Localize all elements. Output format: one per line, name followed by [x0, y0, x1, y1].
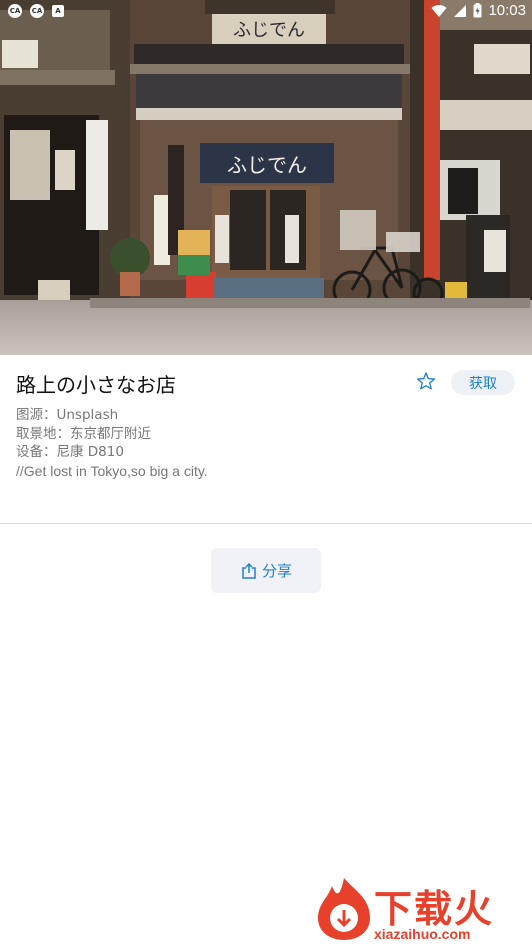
share-icon — [242, 562, 256, 579]
ca-icon: CA — [30, 4, 44, 18]
photo-location: 取景地：东京都厅附近 — [16, 425, 151, 442]
get-button[interactable]: 获取 — [451, 370, 515, 395]
share-button[interactable]: 分享 — [211, 548, 321, 593]
battery-icon — [473, 3, 482, 18]
ca-icon: CA — [8, 4, 22, 18]
shop-noren-sign: ふじでん — [227, 153, 307, 177]
photo-info-panel: 路上の小さなお店 获取 图源：Unsplash 取景地：东京都厅附近 设备：尼康… — [0, 355, 532, 524]
photo-quote: //Get lost in Tokyo,so big a city. — [16, 462, 208, 479]
watermark-url: xiazaihuo.com — [374, 926, 471, 942]
wifi-icon — [431, 4, 447, 17]
status-bar: CA CA A 10:03 — [0, 0, 532, 22]
watermark-logo: 下载火 xiazaihuo.com — [314, 876, 530, 944]
signal-icon — [454, 4, 467, 17]
storefront-photo: ふじでん ふじでん — [0, 0, 532, 355]
a-icon: A — [52, 5, 64, 17]
share-label: 分享 — [261, 562, 292, 580]
shop-rooftop-sign: ふじでん — [233, 20, 305, 41]
watermark-text: 下载火 — [374, 887, 495, 931]
flame-download-icon — [318, 878, 370, 940]
photo-device: 设备：尼康 D810 — [16, 444, 124, 460]
status-time: 10:03 — [488, 2, 526, 19]
photo-title: 路上の小さなお店 — [16, 373, 176, 397]
photo-source: 图源：Unsplash — [16, 407, 119, 423]
star-outline-icon — [417, 372, 435, 390]
photo-meta: 图源：Unsplash 取景地：东京都厅附近 设备：尼康 D810 //Get … — [16, 406, 208, 480]
hero-photo: ふじでん ふじでん — [0, 0, 532, 355]
favorite-button[interactable] — [414, 369, 438, 393]
